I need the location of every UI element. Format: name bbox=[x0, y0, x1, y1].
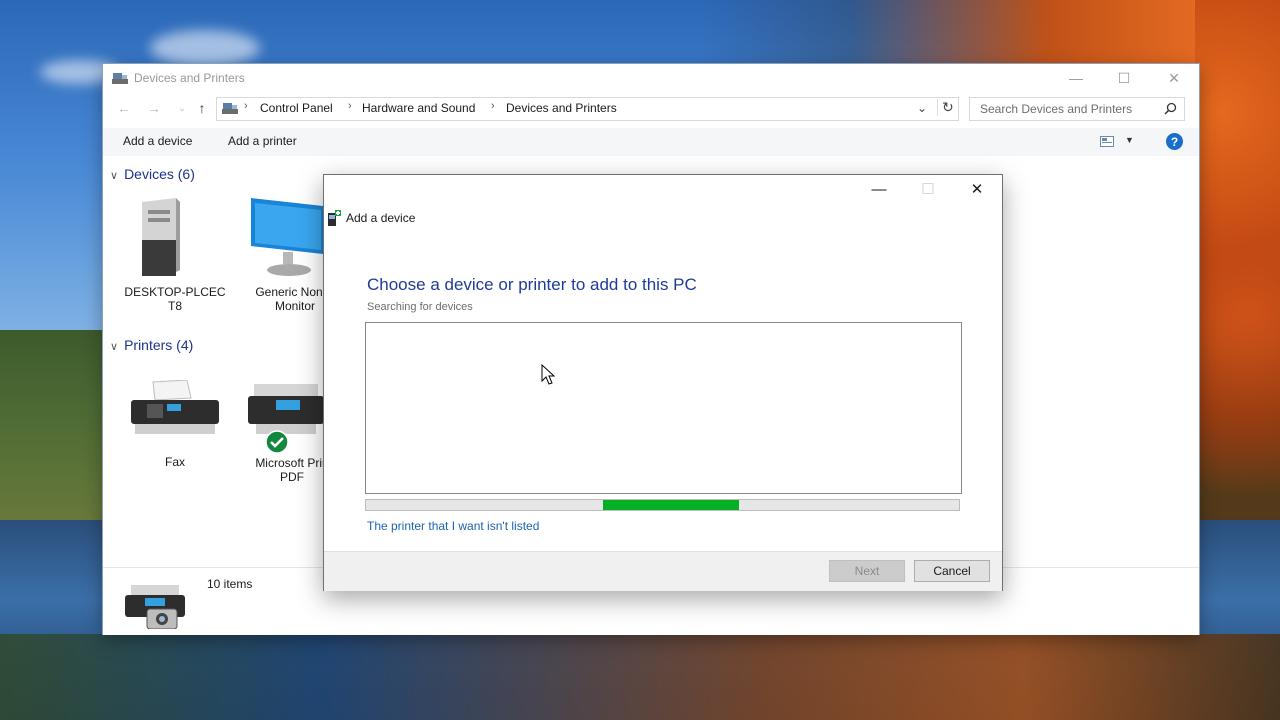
help-icon[interactable]: ? bbox=[1166, 133, 1183, 150]
minimize-button[interactable]: — bbox=[1053, 64, 1099, 92]
add-device-icon bbox=[328, 210, 341, 226]
add-printer-button[interactable]: Add a printer bbox=[228, 134, 297, 148]
wallpaper-autumn-trees bbox=[1195, 0, 1280, 560]
close-icon: ✕ bbox=[970, 181, 984, 198]
close-icon: ✕ bbox=[1168, 69, 1180, 86]
command-bar: Add a device Add a printer ▼ ? bbox=[103, 128, 1199, 156]
device-list[interactable] bbox=[365, 322, 962, 494]
printer-icon bbox=[248, 384, 324, 434]
breadcrumb-devices-and-printers[interactable]: Devices and Printers bbox=[506, 101, 617, 115]
recent-locations-button[interactable]: ⌄ bbox=[173, 100, 191, 116]
device-label: Fax bbox=[164, 455, 185, 469]
breadcrumb-separator-icon: › bbox=[244, 100, 248, 112]
dialog-minimize-button[interactable]: — bbox=[855, 175, 903, 203]
maximize-icon: ☐ bbox=[921, 181, 935, 198]
searching-status: Searching for devices bbox=[367, 301, 473, 313]
minimize-icon: — bbox=[1069, 70, 1083, 86]
add-device-button[interactable]: Add a device bbox=[123, 134, 192, 148]
dialog-close-button[interactable]: ✕ bbox=[953, 175, 1001, 203]
mouse-cursor-icon bbox=[541, 364, 555, 385]
breadcrumb-separator-icon: › bbox=[348, 100, 352, 112]
wallpaper-trees bbox=[0, 330, 120, 530]
close-button[interactable]: ✕ bbox=[1151, 64, 1197, 92]
chevron-down-icon: ∨ bbox=[110, 170, 119, 182]
maximize-button[interactable]: ☐ bbox=[1101, 64, 1147, 92]
address-bar[interactable]: › Control Panel › Hardware and Sound › D… bbox=[216, 97, 959, 121]
search-box[interactable] bbox=[969, 97, 1185, 121]
item-count: 10 items bbox=[207, 577, 253, 591]
breadcrumb-hardware-and-sound[interactable]: Hardware and Sound bbox=[362, 101, 475, 115]
printers-group-header[interactable]: ∨ Printers (4) bbox=[110, 337, 193, 353]
forward-button[interactable]: → bbox=[145, 100, 163, 116]
computer-tower-icon bbox=[142, 198, 180, 276]
breadcrumb-separator-icon: › bbox=[491, 100, 495, 112]
control-panel-icon bbox=[222, 103, 238, 114]
wallpaper-foliage bbox=[700, 0, 1200, 64]
wallpaper-cloud bbox=[150, 30, 260, 66]
next-button[interactable]: Next bbox=[829, 560, 905, 582]
arrow-up-icon: ↑ bbox=[198, 100, 206, 116]
wallpaper-reflection bbox=[0, 634, 1280, 720]
search-progress-bar bbox=[365, 499, 960, 511]
view-options-dropdown-icon[interactable]: ▼ bbox=[1125, 135, 1134, 145]
devices-printers-app-icon bbox=[112, 73, 128, 84]
arrow-right-icon: → bbox=[147, 100, 161, 116]
back-button[interactable]: ← bbox=[115, 100, 133, 116]
explorer-titlebar[interactable]: Devices and Printers — ☐ ✕ bbox=[103, 64, 1199, 92]
default-printer-check-icon bbox=[265, 430, 289, 454]
minimize-icon: — bbox=[871, 180, 887, 198]
add-device-dialog: — ☐ ✕ Add a device Choose a device or pr… bbox=[323, 174, 1003, 591]
window-title: Devices and Printers bbox=[134, 71, 245, 85]
arrow-left-icon: ← bbox=[117, 100, 131, 116]
dialog-footer: Next Cancel bbox=[324, 551, 1002, 591]
device-label: DESKTOP-PLCEC T8 bbox=[124, 285, 226, 313]
search-input[interactable] bbox=[978, 101, 1162, 117]
navigation-bar: ← → ⌄ ↑ › Control Panel › Hardware and S… bbox=[103, 96, 1199, 121]
search-icon[interactable] bbox=[1164, 102, 1177, 115]
camera-printer-icon bbox=[125, 585, 185, 629]
change-view-icon[interactable] bbox=[1100, 136, 1114, 147]
search-progress-fill bbox=[603, 500, 739, 510]
devices-group-header[interactable]: ∨ Devices (6) bbox=[110, 166, 195, 182]
refresh-icon[interactable]: ↻ bbox=[937, 99, 954, 116]
maximize-icon: ☐ bbox=[1117, 69, 1131, 86]
dialog-title: Add a device bbox=[346, 211, 416, 225]
printer-not-listed-link[interactable]: The printer that I want isn't listed bbox=[367, 519, 539, 533]
up-button[interactable]: ↑ bbox=[193, 100, 211, 116]
fax-icon bbox=[131, 380, 219, 434]
chevron-down-icon: ∨ bbox=[110, 341, 119, 353]
breadcrumb-control-panel[interactable]: Control Panel bbox=[260, 101, 333, 115]
cancel-button[interactable]: Cancel bbox=[914, 560, 990, 582]
dialog-heading: Choose a device or printer to add to thi… bbox=[367, 275, 697, 294]
monitor-icon bbox=[251, 198, 323, 276]
chevron-down-icon: ⌄ bbox=[178, 102, 186, 113]
dialog-maximize-button: ☐ bbox=[904, 175, 952, 203]
address-dropdown-icon[interactable]: ⌄ bbox=[917, 101, 927, 115]
